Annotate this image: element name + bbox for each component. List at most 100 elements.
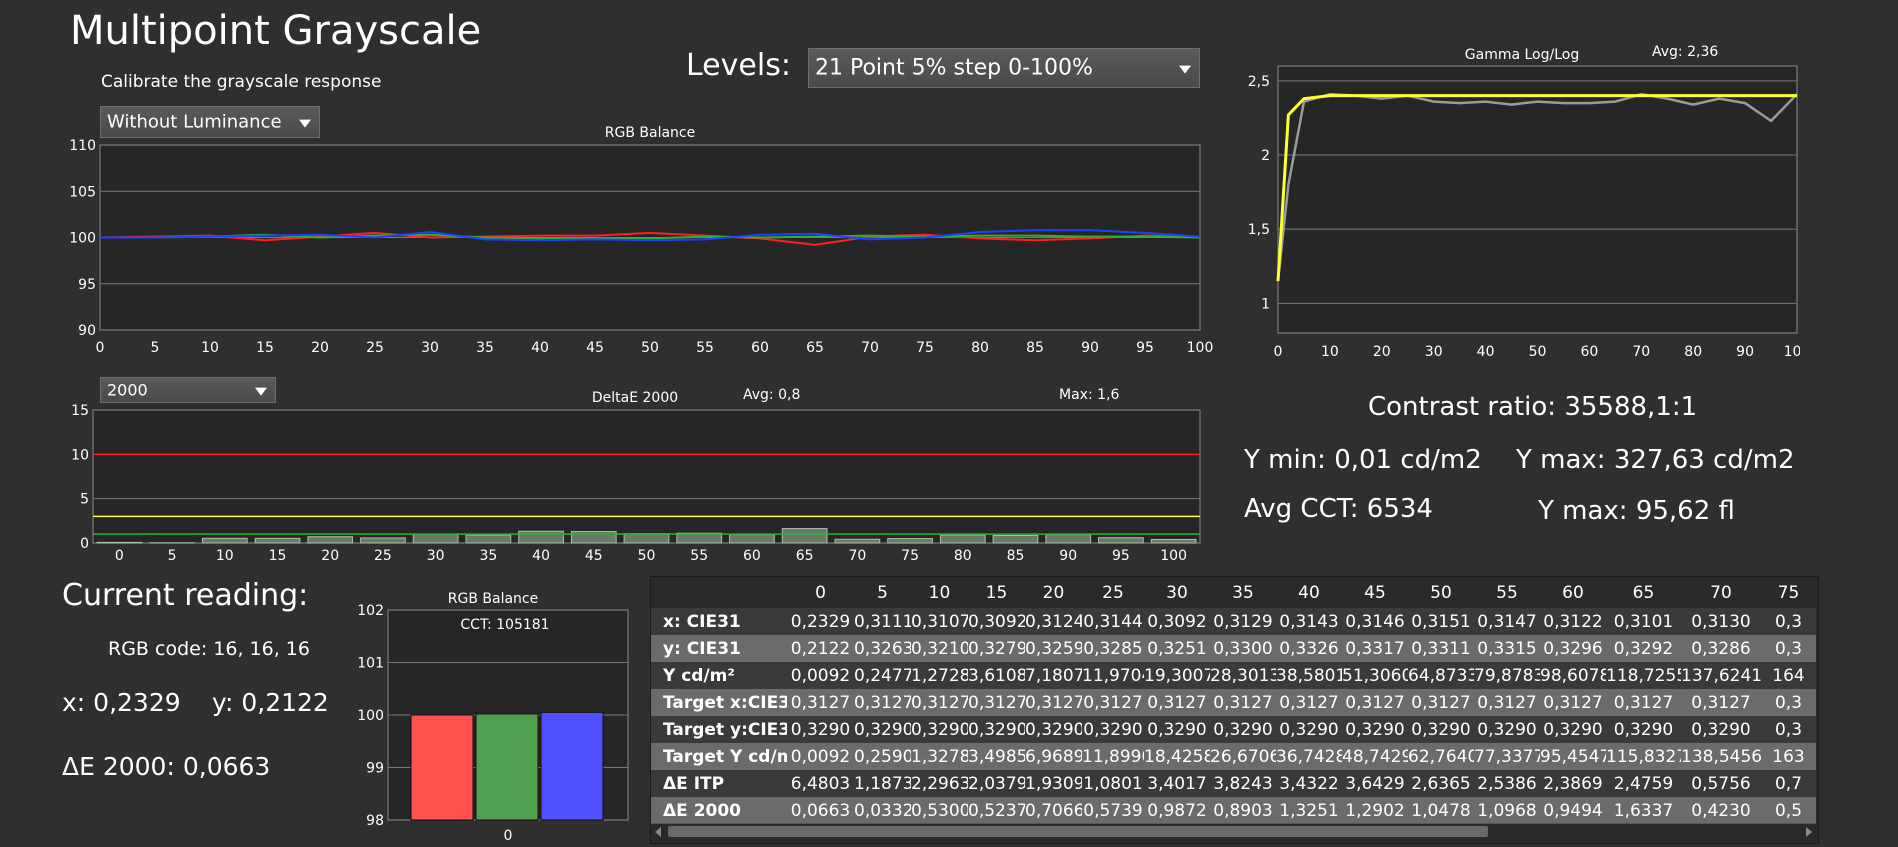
avg-label: Avg: 2,36 [1652, 44, 1718, 60]
rgb-bar [475, 713, 539, 821]
table-cell: 38,5801 [1276, 662, 1342, 689]
table-cell: 0,3144 [1082, 608, 1144, 635]
deltae-bar [254, 537, 301, 544]
table-cell: 0,3127 [1342, 689, 1408, 716]
table-cell: 0,2329 [787, 608, 854, 635]
x-tick-label: 40 [531, 340, 549, 356]
table-cell: 1,6337 [1606, 797, 1681, 824]
y-tick-label: 100 [357, 708, 384, 724]
table-cell: 1,0801 [1082, 770, 1144, 797]
table-cell: 0,3147 [1474, 608, 1540, 635]
scrollbar-thumb[interactable] [668, 826, 1488, 837]
row-label: x: CIE31 [651, 608, 787, 635]
table-row: Target x:CIE310,31270,31270,31270,31270,… [651, 689, 1816, 716]
x-tick-label: 55 [690, 548, 708, 564]
x-tick-label: 25 [374, 548, 392, 564]
table-cell: 0,3127 [1210, 689, 1276, 716]
table-cell: 1,3278 [911, 743, 968, 770]
y-tick-label: 1 [1261, 296, 1270, 312]
deltae-bar [992, 534, 1039, 544]
x-tick-label: 90 [1059, 548, 1077, 564]
levels-dropdown[interactable]: 21 Point 5% step 0-100% [808, 48, 1200, 88]
table-cell: 0,3290 [854, 716, 911, 743]
table-cell: 0,2122 [787, 635, 854, 662]
table-cell: 0,3111 [854, 608, 911, 635]
deltae-bar [465, 534, 512, 544]
x-tick-label: 10 [216, 548, 234, 564]
measurement-table: 0 5 10 15 20 25 30 35 40 45 50 55 60 65 70 75 x: CIE31 0… [651, 577, 1816, 824]
table-cell: 0,0092 [787, 743, 854, 770]
table-cell: 3,4985 [968, 743, 1025, 770]
chart-title: DeltaE 2000 [592, 390, 678, 406]
scroll-left-icon[interactable] [655, 827, 661, 837]
y-tick-label: 10 [71, 447, 89, 463]
table-cell: 0,3290 [1342, 716, 1408, 743]
table-cell: 3,6108 [968, 662, 1025, 689]
table-column-header: 65 [1606, 577, 1681, 608]
table-column-header: 10 [911, 577, 968, 608]
table-row: ΔE 2000 0,0663 0,0332 0,5300 0,5237 0,7066 0,5… [651, 797, 1816, 824]
table-cell: 11,8990 [1082, 743, 1144, 770]
x-tick-label: 60 [1580, 344, 1598, 360]
y-tick-label: 105 [69, 184, 96, 200]
x-tick-label: 50 [638, 548, 656, 564]
x-tick-label: 0 [96, 340, 105, 356]
table-cell: 6,9689 [1025, 743, 1082, 770]
table-cell: 0,3263 [854, 635, 911, 662]
reading-x: x: 0,2329 [62, 688, 181, 717]
table-cell: 0,3101 [1606, 608, 1681, 635]
table-cell: 0,3290 [1025, 716, 1082, 743]
table-cell: 77,3377 [1474, 743, 1540, 770]
rgb-bar [540, 711, 604, 821]
table-cell: 0,3290 [787, 716, 854, 743]
table-cell: 0,3259 [1025, 635, 1082, 662]
current-rgb-balance-chart: RGB Balance CCT: 105181 98 99 100 101 102 0 [357, 591, 629, 843]
gamma-chart: Gamma Log/Log Avg: 2,36 1 1,5 2 2,5 0 10 20 30 40 5… [1248, 44, 1800, 360]
table-row: ΔE ITP 6,4803 1,1873 2,2963 2,0379 1,9309 1,08… [651, 770, 1816, 797]
table-cell: 3,4017 [1144, 770, 1210, 797]
chart-title: RGB Balance [448, 591, 538, 607]
x-tick-label: 75 [916, 340, 934, 356]
table-cell: 0,8903 [1210, 797, 1276, 824]
table-corner [651, 577, 787, 608]
table-cell: 0,3285 [1082, 635, 1144, 662]
table-cell: 0,3296 [1540, 635, 1606, 662]
table-cell: 64,8733 [1408, 662, 1474, 689]
table-column-header: 35 [1210, 577, 1276, 608]
deltae-bar [623, 533, 670, 544]
table-cell: 0,3127 [854, 689, 911, 716]
table-cell: 2,0379 [968, 770, 1025, 797]
table-cell: 0,3151 [1408, 608, 1474, 635]
deltae-bar [887, 538, 933, 544]
x-tick-label: 60 [751, 340, 769, 356]
deltae-bar [1098, 537, 1144, 544]
y-tick-label: 1,5 [1248, 222, 1270, 238]
deltae-bar [729, 534, 775, 544]
y-tick-label: 98 [366, 813, 384, 829]
plot-area [92, 409, 1201, 544]
x-tick-label: 30 [427, 548, 445, 564]
table-cell: 0,3122 [1540, 608, 1606, 635]
table-cell: 0,3290 [1681, 716, 1761, 743]
x-tick-label: 15 [269, 548, 287, 564]
table-row: Target y:CIE310,32900,32900,32900,32900,… [651, 716, 1816, 743]
deltae-bar [781, 528, 828, 544]
deltae-bar [1150, 538, 1197, 544]
table-cell: 0,3143 [1276, 608, 1342, 635]
x-tick-label: 30 [421, 340, 439, 356]
max-label: Max: 1,6 [1059, 387, 1119, 403]
reading-y: y: 0,2122 [212, 688, 329, 717]
table-cell: 0,0663 [787, 797, 854, 824]
table-cell: 3,6429 [1342, 770, 1408, 797]
contrast-ratio: Contrast ratio: 35588,1:1 [1368, 392, 1698, 422]
table-cell: 0,3286 [1681, 635, 1761, 662]
table-cell: 0,3127 [1474, 689, 1540, 716]
y-tick-label: 5 [80, 492, 89, 508]
table-cell: 0,3127 [1681, 689, 1761, 716]
avg-label: Avg: 0,8 [743, 387, 800, 403]
table-cell: 0,7066 [1025, 797, 1082, 824]
table-column-header: 50 [1408, 577, 1474, 608]
scroll-right-icon[interactable] [1806, 827, 1812, 837]
table-row: Y cd/m² 0,0092 0,2477 1,2728 3,6108 7,1807 11,… [651, 662, 1816, 689]
x-tick-label: 85 [1026, 340, 1044, 356]
